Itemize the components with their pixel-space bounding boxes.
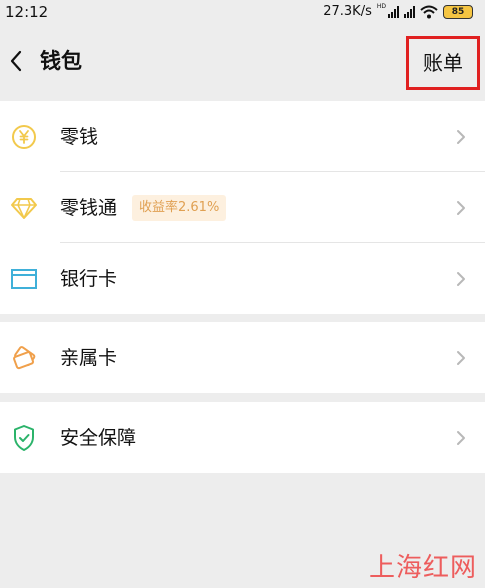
- back-chevron-icon[interactable]: [5, 46, 27, 76]
- chevron-right-icon: [457, 201, 465, 215]
- status-time: 12:12: [5, 3, 49, 21]
- page-title: 钱包: [40, 49, 82, 73]
- family-card-icon: [10, 344, 38, 372]
- hd-badge: HD: [376, 2, 386, 10]
- menu-item-family-card[interactable]: 亲属卡: [0, 322, 485, 393]
- chevron-right-icon: [457, 431, 465, 445]
- yuan-coin-icon: [10, 123, 38, 151]
- wallet-group-security: 安全保障: [0, 402, 485, 473]
- nav-bar: 钱包 账单: [0, 26, 485, 96]
- menu-item-security[interactable]: 安全保障: [0, 402, 485, 473]
- wallet-group-main: 零钱 零钱通 收益率2.61% 银行卡: [0, 101, 485, 314]
- menu-item-licaitong[interactable]: 零钱通 收益率2.61%: [0, 172, 485, 243]
- bill-button[interactable]: 账单: [406, 36, 480, 90]
- bank-card-icon: [10, 265, 38, 293]
- cellular-signal-icon: [388, 5, 399, 18]
- menu-item-label: 零钱通: [60, 197, 118, 219]
- wifi-icon: [420, 5, 438, 18]
- site-watermark: 上海红网: [368, 553, 477, 583]
- menu-item-change[interactable]: 零钱: [0, 101, 485, 172]
- menu-item-label: 零钱: [60, 126, 99, 148]
- status-indicators: 27.3K/s HD 85: [323, 2, 473, 19]
- menu-item-label: 亲属卡: [60, 347, 118, 369]
- shield-check-icon: [10, 424, 38, 452]
- diamond-icon: [10, 194, 38, 222]
- menu-item-bank-card[interactable]: 银行卡: [0, 243, 485, 314]
- battery-icon: 85: [443, 4, 473, 19]
- chevron-right-icon: [457, 272, 465, 286]
- wallet-group-family: 亲属卡: [0, 322, 485, 393]
- menu-item-label: 安全保障: [60, 427, 137, 449]
- yield-rate-badge: 收益率2.61%: [132, 195, 227, 221]
- menu-item-label: 银行卡: [60, 268, 118, 290]
- cellular-signal-2-icon: [404, 5, 415, 18]
- status-bar: 12:12 27.3K/s HD 85: [0, 0, 485, 26]
- network-speed: 27.3K/s: [323, 4, 372, 19]
- chevron-right-icon: [457, 351, 465, 365]
- chevron-right-icon: [457, 130, 465, 144]
